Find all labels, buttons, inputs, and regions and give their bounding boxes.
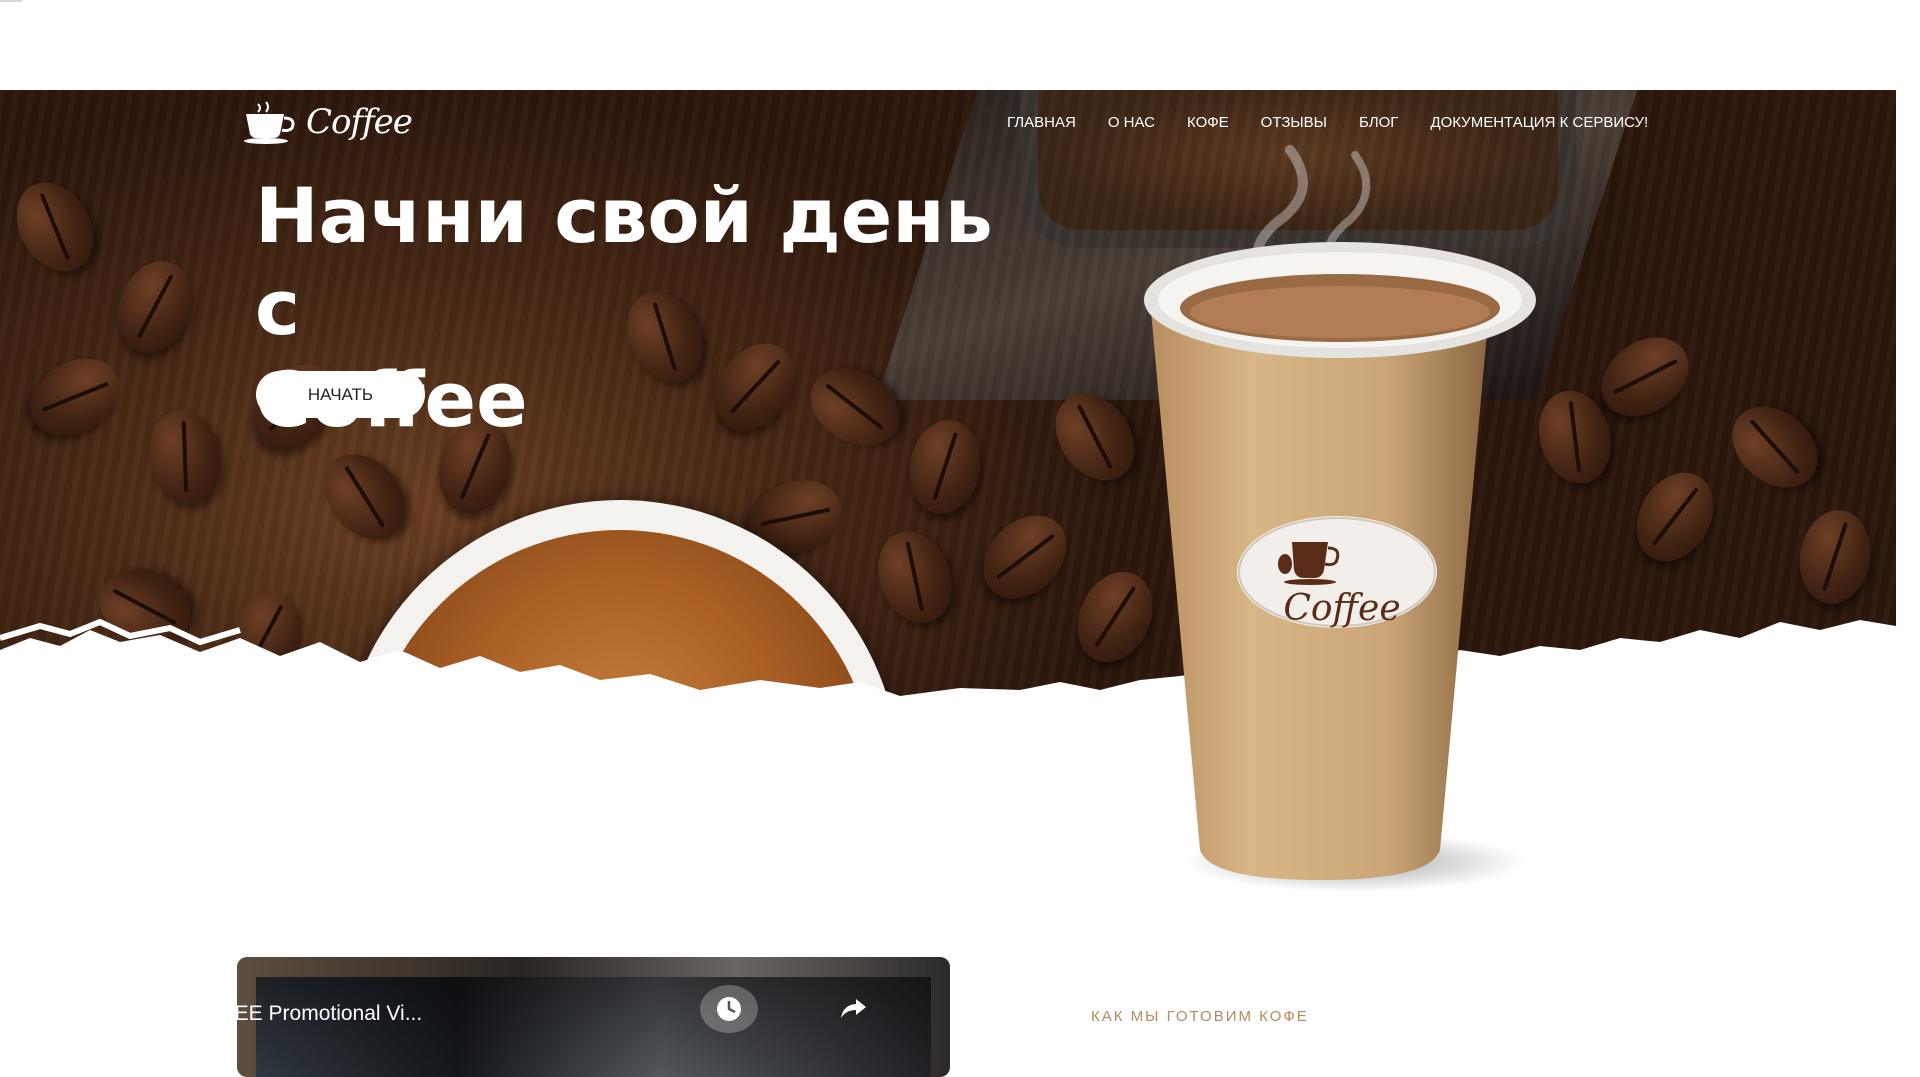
site-logo[interactable]: Coffee xyxy=(240,100,413,144)
top-whitespace xyxy=(0,0,1920,90)
share-icon[interactable] xyxy=(838,993,868,1023)
nav-item-about[interactable]: О НАС xyxy=(1108,114,1155,131)
clock-icon xyxy=(717,997,741,1021)
watch-later-button[interactable] xyxy=(700,985,758,1033)
top-left-marker xyxy=(0,0,22,2)
nav-item-reviews[interactable]: ОТЗЫВЫ xyxy=(1261,114,1327,131)
nav-item-docs[interactable]: ДОКУМЕНТАЦИЯ К СЕРВИСУ! xyxy=(1430,114,1648,131)
cup-logo-text: Coffee xyxy=(1283,588,1400,629)
nav-item-blog[interactable]: БЛОГ xyxy=(1359,114,1398,131)
nav-item-home[interactable]: ГЛАВНАЯ xyxy=(1007,114,1076,131)
scrollbar[interactable] xyxy=(1896,0,1920,1030)
video-title[interactable]: BOMBA COFFEE Promotional Vi... xyxy=(97,1002,422,1026)
video-thumbnail[interactable] xyxy=(256,977,931,1077)
nav-item-coffee[interactable]: КОФЕ xyxy=(1187,114,1229,131)
section-label: КАК МЫ ГОТОВИМ КОФЕ xyxy=(1091,1008,1309,1025)
paper-cup-image: Coffee xyxy=(1144,242,1536,892)
coffee-cup-logo-icon xyxy=(244,101,295,144)
logo-text: Coffee xyxy=(306,102,413,142)
start-button[interactable]: НАЧАТЬ xyxy=(256,371,425,418)
hero-title-line1: Начни свой день с xyxy=(255,171,993,352)
main-nav: ГЛАВНАЯ О НАС КОФЕ ОТЗЫВЫ БЛОГ ДОКУМЕНТА… xyxy=(1007,114,1648,131)
